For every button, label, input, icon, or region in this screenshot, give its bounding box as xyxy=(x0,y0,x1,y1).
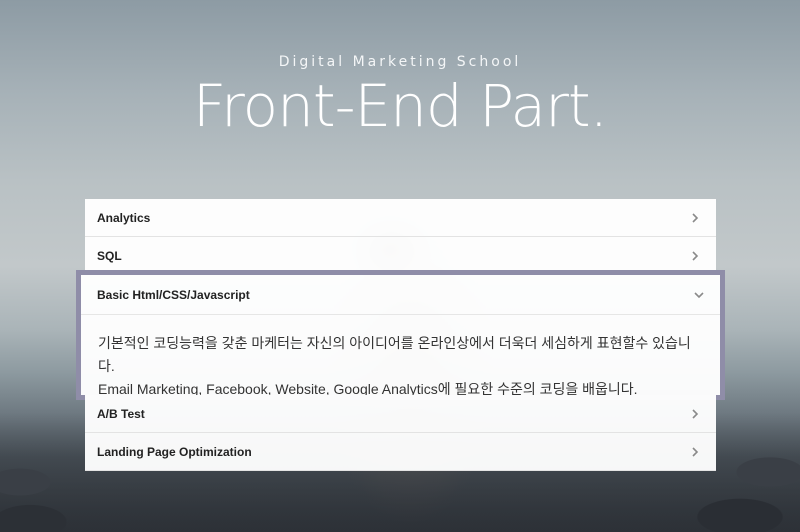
accordion-header[interactable]: A/B Test xyxy=(85,395,716,432)
accordion-header[interactable]: Analytics xyxy=(85,199,716,236)
accordion-item-ab-test[interactable]: A/B Test xyxy=(85,395,716,433)
course-accordion: Analytics SQL Basic Html/CSS/Javascript … xyxy=(76,199,725,471)
accordion-item-label: SQL xyxy=(97,248,122,263)
chevron-right-icon xyxy=(692,446,699,457)
accordion-item-label: Landing Page Optimization xyxy=(97,444,252,459)
accordion-item-landing-page-optimization[interactable]: Landing Page Optimization xyxy=(85,433,716,471)
chevron-right-icon xyxy=(692,408,699,419)
accordion-header[interactable]: SQL xyxy=(85,237,716,274)
accordion-header[interactable]: Landing Page Optimization xyxy=(85,433,716,470)
chevron-right-icon xyxy=(692,250,699,261)
accordion-panel: 기본적인 코딩능력을 갖춘 마케터는 자신의 아이디어를 온라인상에서 더욱더 … xyxy=(81,315,720,397)
accordion-item-label: A/B Test xyxy=(97,406,145,421)
accordion-item-label: Analytics xyxy=(97,210,151,225)
accordion-header[interactable]: Basic Html/CSS/Javascript xyxy=(81,275,720,315)
accordion-item-label: Basic Html/CSS/Javascript xyxy=(97,287,250,302)
accordion-item-basic-html-css-javascript[interactable]: Basic Html/CSS/Javascript 기본적인 코딩능력을 갖춘 … xyxy=(76,270,725,400)
chevron-right-icon xyxy=(692,212,699,223)
chevron-down-icon xyxy=(694,291,704,298)
hero-subtitle: Digital Marketing School xyxy=(278,54,522,70)
accordion-item-sql[interactable]: SQL xyxy=(85,237,716,275)
hero-title: Front-End Part. xyxy=(192,72,608,140)
accordion-item-analytics[interactable]: Analytics xyxy=(85,199,716,237)
panel-text-line-1: 기본적인 코딩능력을 갖춘 마케터는 자신의 아이디어를 온라인상에서 더욱더 … xyxy=(98,335,691,374)
